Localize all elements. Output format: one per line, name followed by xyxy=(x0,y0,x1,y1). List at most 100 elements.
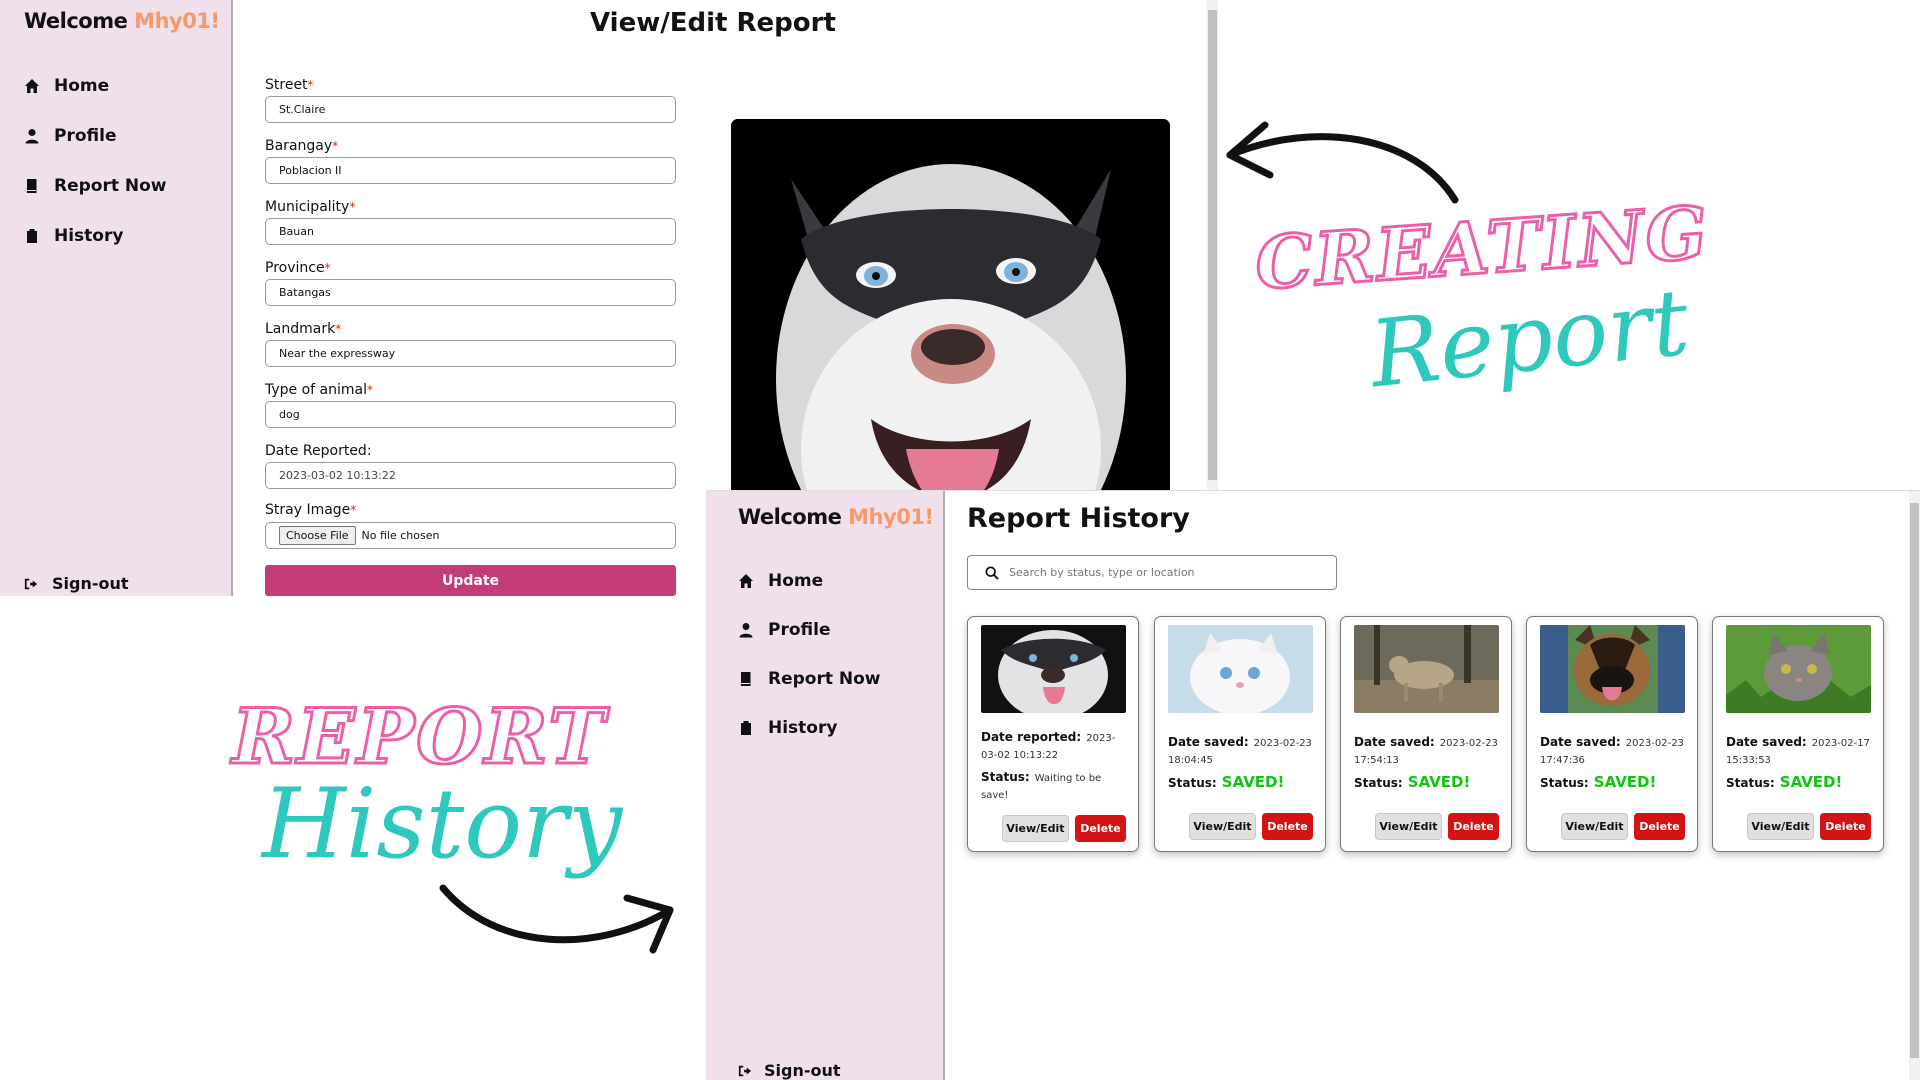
view-edit-button[interactable]: View/Edit xyxy=(1002,815,1069,842)
user-icon xyxy=(25,129,39,144)
delete-button[interactable]: Delete xyxy=(1448,813,1499,840)
scrollbar-thumb[interactable] xyxy=(1208,10,1217,480)
field-label-text: Barangay xyxy=(265,138,333,154)
status-label: Status: xyxy=(1726,776,1775,790)
sidebar: Welcome Mhy01! Home Profile Report Now H… xyxy=(0,0,233,596)
status-value: SAVED! xyxy=(1779,773,1843,791)
delete-button[interactable]: Delete xyxy=(1820,813,1871,840)
book-icon xyxy=(26,179,37,193)
search-icon xyxy=(985,565,999,580)
sidebar-item-label: Profile xyxy=(768,620,831,640)
view-edit-button[interactable]: View/Edit xyxy=(1375,813,1442,840)
required-mark: * xyxy=(367,383,373,397)
animal-type-input[interactable] xyxy=(265,401,676,428)
search-input[interactable] xyxy=(1009,566,1319,579)
search-bar[interactable] xyxy=(967,555,1337,590)
report-date: Date saved: 2023-02-23 17:47:36 xyxy=(1540,734,1690,768)
sidebar-item-profile[interactable]: Profile xyxy=(24,126,116,146)
sidebar-item-home[interactable]: Home xyxy=(24,76,109,96)
kitten-image xyxy=(1168,625,1313,713)
signout-button[interactable]: Sign-out xyxy=(738,1061,841,1080)
required-mark: * xyxy=(349,200,356,214)
required-mark: * xyxy=(332,139,339,153)
curved-arrow-icon xyxy=(439,884,674,954)
report-history-window: Welcome Mhy01! Home Profile Report Now H… xyxy=(706,490,1920,1080)
status-label: Status: xyxy=(981,770,1030,784)
stray-image-label: Stray Image* xyxy=(265,502,356,518)
field-label-text: Stray Image xyxy=(265,502,351,518)
sidebar-item-report-now[interactable]: Report Now xyxy=(738,669,881,689)
cat-image xyxy=(1726,625,1871,713)
field-label-text: Municipality xyxy=(265,199,350,215)
date-reported-label: Date Reported: xyxy=(265,443,372,459)
sidebar-item-history[interactable]: History xyxy=(738,718,837,738)
username: Mhy01! xyxy=(848,505,934,529)
report-card: Date saved: 2023-02-17 15:33:53 Status: … xyxy=(1712,616,1884,852)
municipality-input[interactable] xyxy=(265,218,676,245)
report-thumbnail xyxy=(1540,625,1685,713)
date-reported-input[interactable] xyxy=(265,462,676,489)
sidebar-item-profile[interactable]: Profile xyxy=(738,620,830,640)
sidebar-item-label: Home xyxy=(54,76,110,96)
scrollbar-thumb[interactable] xyxy=(1910,503,1919,1058)
history-script-title: History xyxy=(262,768,623,880)
required-mark: * xyxy=(335,322,342,336)
delete-button[interactable]: Delete xyxy=(1262,813,1313,840)
signout-label: Sign-out xyxy=(764,1061,841,1080)
choose-file-button[interactable]: Choose File xyxy=(279,526,356,545)
scrollbar[interactable] xyxy=(1909,491,1920,1080)
signout-button[interactable]: Sign-out xyxy=(24,574,129,593)
delete-button[interactable]: Delete xyxy=(1634,813,1685,840)
status-value: SAVED! xyxy=(1407,773,1471,791)
sidebar-item-label: History xyxy=(54,226,124,246)
home-icon xyxy=(25,79,39,93)
sidebar-item-label: Report Now xyxy=(768,669,881,689)
province-input[interactable] xyxy=(265,279,676,306)
landmark-label: Landmark* xyxy=(265,321,341,337)
report-date: Date saved: 2023-02-23 18:04:45 xyxy=(1168,734,1318,768)
status-value: SAVED! xyxy=(1221,773,1285,791)
report-thumbnail xyxy=(1168,625,1313,713)
sidebar-item-label: Home xyxy=(768,571,824,591)
welcome-heading: Welcome Mhy01! xyxy=(24,9,220,33)
field-label-text: Type of animal xyxy=(265,382,367,398)
view-edit-button[interactable]: View/Edit xyxy=(1561,813,1628,840)
report-card: Date reported: 2023-03-02 10:13:22 Statu… xyxy=(967,616,1139,852)
welcome-prefix: Welcome xyxy=(24,9,135,33)
status-label: Status: xyxy=(1354,776,1403,790)
sidebar-item-report-now[interactable]: Report Now xyxy=(24,176,167,196)
stray-dog-image xyxy=(1354,625,1499,713)
view-edit-button[interactable]: View/Edit xyxy=(1747,813,1814,840)
street-input[interactable] xyxy=(265,96,676,123)
report-card: Date saved: 2023-02-23 17:54:13 Status: … xyxy=(1340,616,1512,852)
date-label: Date saved: xyxy=(1168,735,1249,749)
landmark-input[interactable] xyxy=(265,340,676,367)
page-title: Report History xyxy=(967,503,1190,534)
report-status: Status: Waiting to be save! xyxy=(981,769,1131,803)
report-thumbnail xyxy=(1726,625,1871,713)
delete-button[interactable]: Delete xyxy=(1075,815,1126,842)
sidebar-item-home[interactable]: Home xyxy=(738,571,823,591)
report-card: Date saved: 2023-02-23 17:47:36 Status: … xyxy=(1526,616,1698,852)
stray-image-file-input[interactable]: Choose File No file chosen xyxy=(265,522,676,549)
view-edit-button[interactable]: View/Edit xyxy=(1189,813,1256,840)
signout-label: Sign-out xyxy=(52,574,129,593)
report-card: Date saved: 2023-02-23 18:04:45 Status: … xyxy=(1154,616,1326,852)
date-label: Date saved: xyxy=(1540,735,1621,749)
report-status: Status: SAVED! xyxy=(1168,773,1318,791)
clipboard-icon xyxy=(741,721,751,735)
home-icon xyxy=(739,574,753,588)
welcome-heading: Welcome Mhy01! xyxy=(738,505,934,529)
sidebar-item-history[interactable]: History xyxy=(24,226,123,246)
sidebar-item-label: Profile xyxy=(54,126,117,146)
province-label: Province* xyxy=(265,260,331,276)
curved-arrow-icon xyxy=(1226,121,1459,204)
clipboard-icon xyxy=(27,229,37,243)
shepherd-dog-image xyxy=(1540,625,1685,713)
update-button[interactable]: Update xyxy=(265,565,676,596)
user-icon xyxy=(739,623,753,638)
page-title: View/Edit Report xyxy=(590,8,836,38)
scrollbar[interactable] xyxy=(1207,0,1218,490)
barangay-input[interactable] xyxy=(265,157,676,184)
sidebar: Welcome Mhy01! Home Profile Report Now H… xyxy=(706,491,945,1080)
